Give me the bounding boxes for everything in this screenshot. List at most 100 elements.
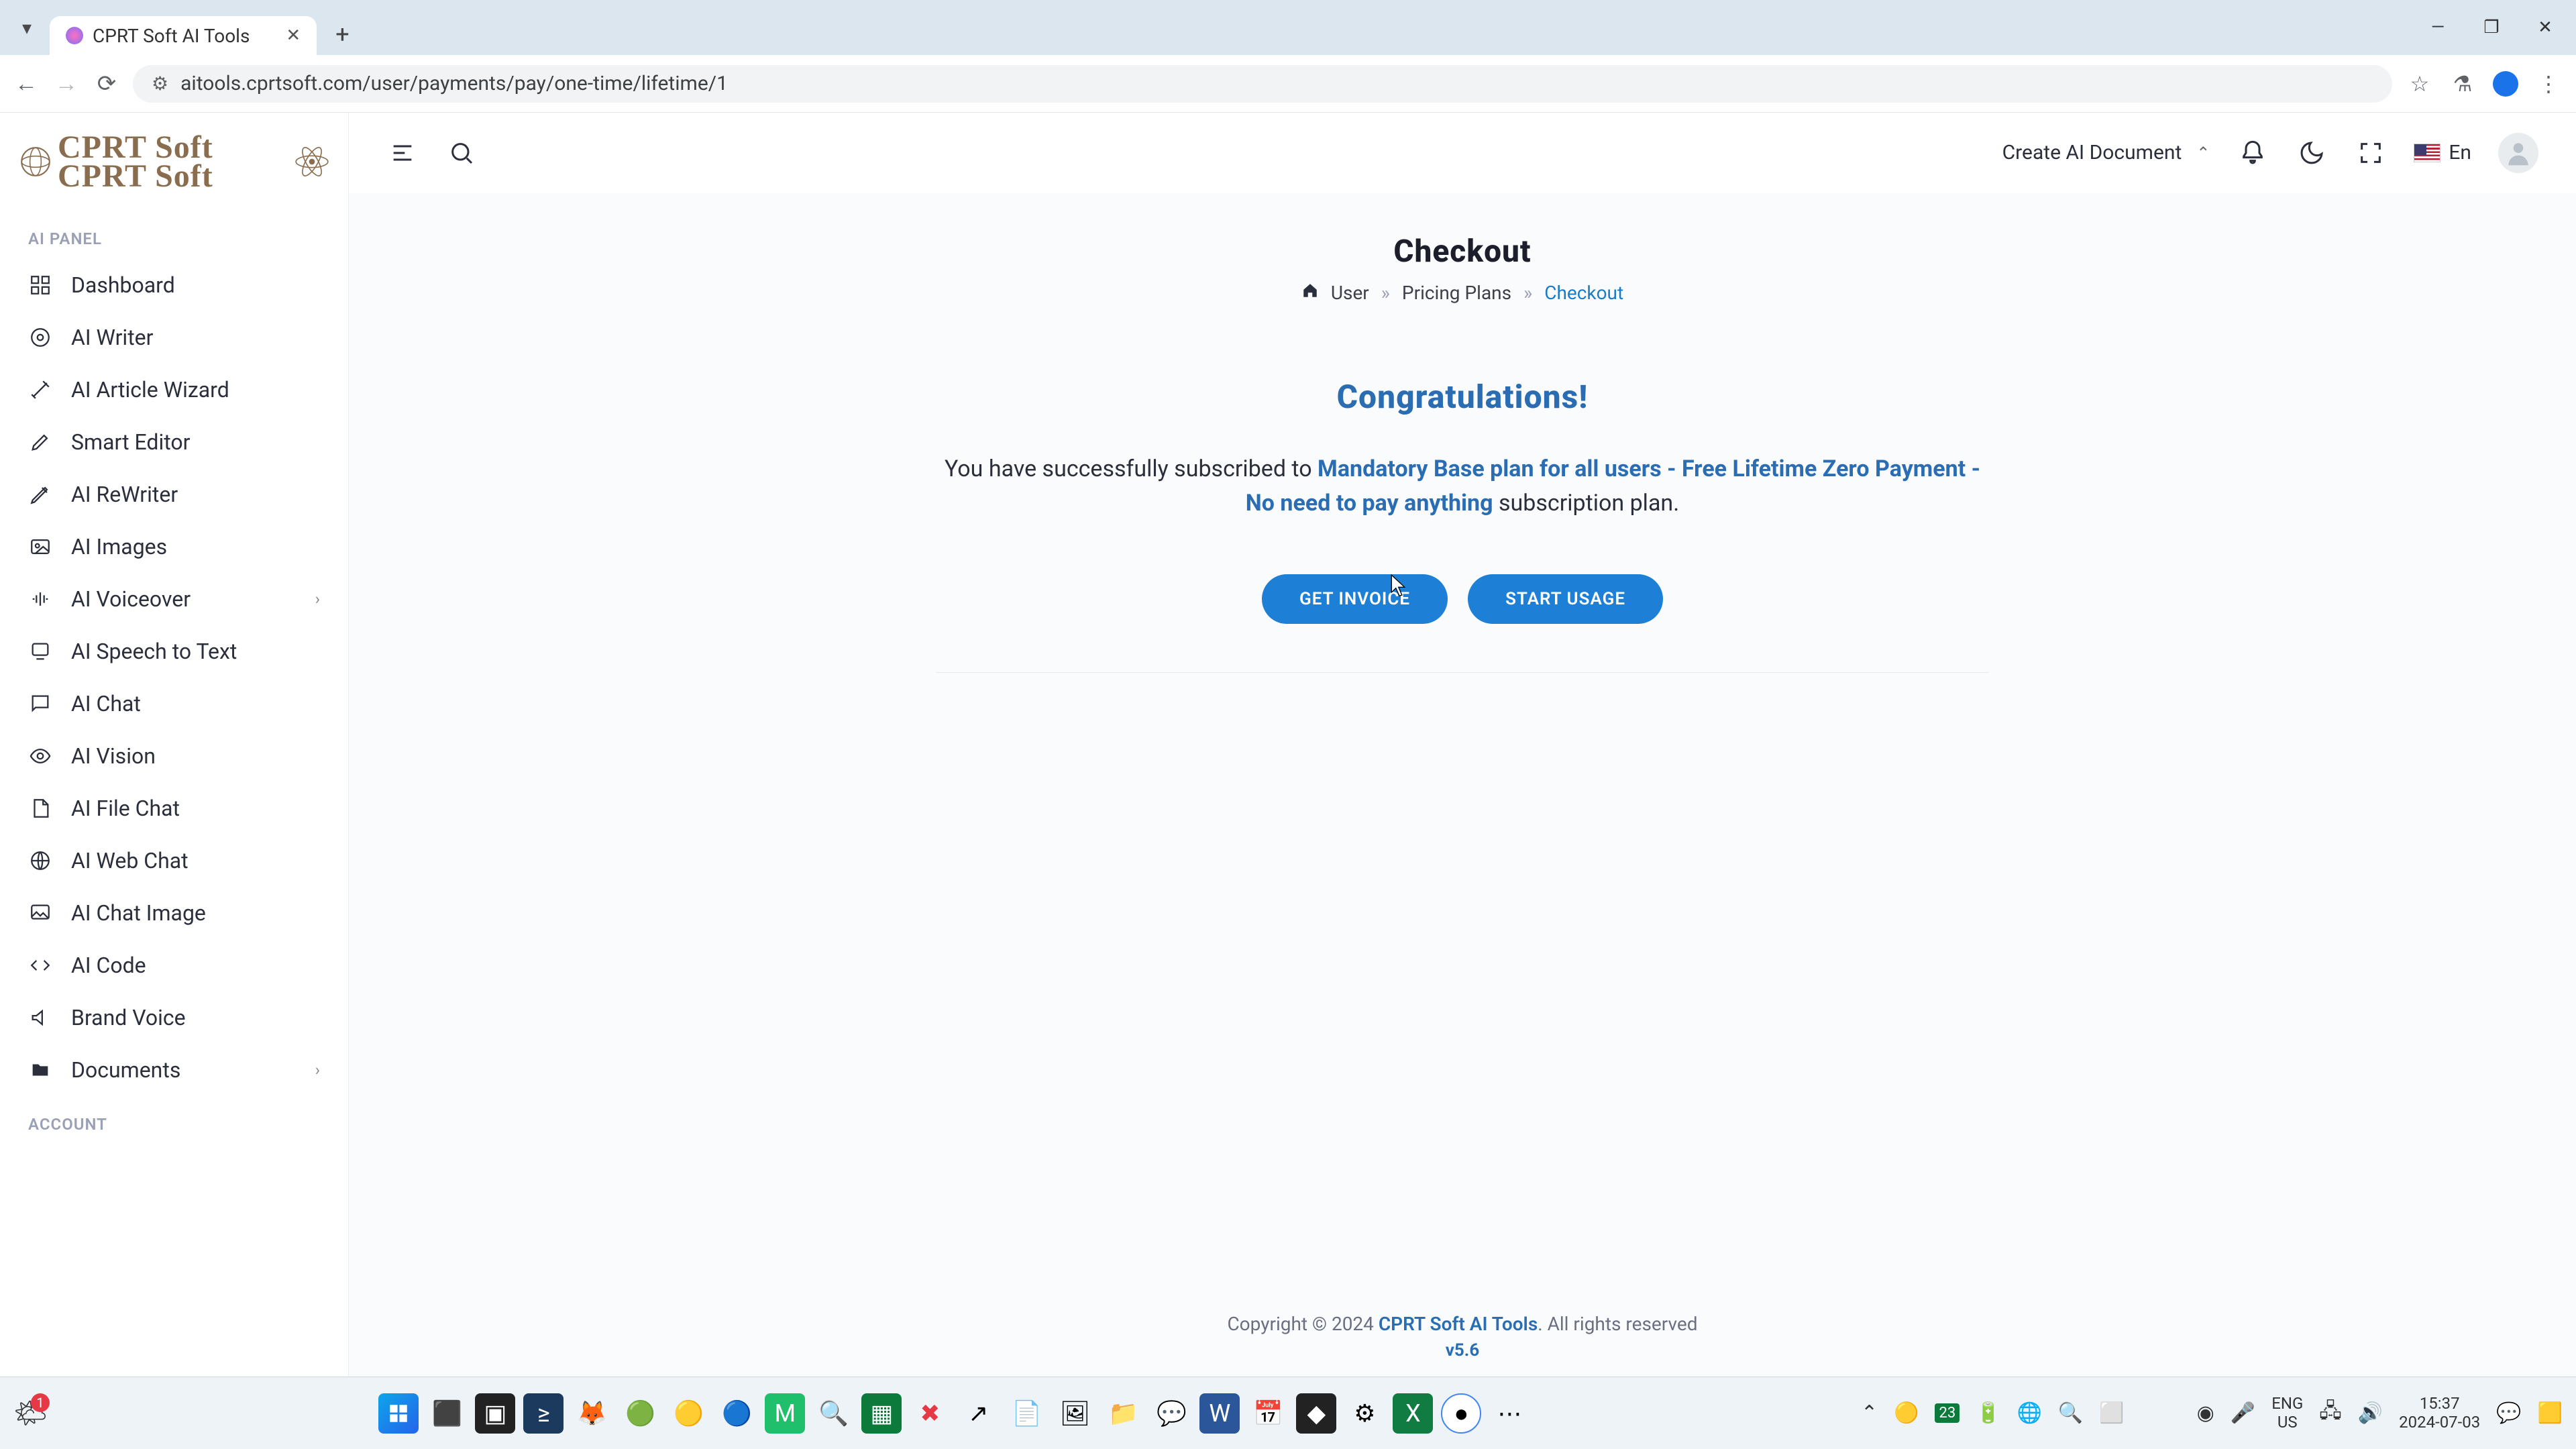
taskbar-overflow-button[interactable]: ⋯ <box>1489 1393 1529 1434</box>
taskbar-app-icon[interactable]: 🦊 <box>572 1393 612 1434</box>
sidebar-item-smart-editor[interactable]: Smart Editor <box>0 416 348 468</box>
tray-language[interactable]: ENGUS <box>2271 1395 2303 1432</box>
browser-tab[interactable]: CPRT Soft AI Tools ✕ <box>50 16 317 55</box>
taskbar-app-icon[interactable]: 💬 <box>1151 1393 1191 1434</box>
taskbar-app-icon[interactable]: 📅 <box>1248 1393 1288 1434</box>
taskbar-app-icon[interactable]: ✖ <box>910 1393 950 1434</box>
taskbar-app-icon[interactable]: M <box>765 1393 805 1434</box>
create-ai-document-link[interactable]: Create AI Document <box>2002 141 2182 164</box>
tray-icon[interactable]: 23 <box>1935 1403 1960 1423</box>
sidebar-toggle-button[interactable] <box>386 137 419 169</box>
taskbar-app-icon[interactable]: ▦ <box>861 1393 902 1434</box>
tray-icon[interactable]: 🔍 <box>2058 1401 2083 1425</box>
taskbar-chrome-icon[interactable]: ● <box>1441 1393 1481 1434</box>
user-avatar[interactable] <box>2498 133 2538 173</box>
tray-icon[interactable]: 🟡 <box>1894 1401 1919 1425</box>
tab-close-icon[interactable]: ✕ <box>286 25 301 46</box>
theme-toggle-button[interactable] <box>2296 137 2328 169</box>
taskbar-app-icon[interactable]: 📁 <box>1103 1393 1143 1434</box>
speech-icon <box>28 639 52 663</box>
browser-menu-button[interactable]: ⋮ <box>2533 68 2564 99</box>
wizard-icon <box>28 378 52 402</box>
sidebar-section-ai-panel: AI PANEL <box>0 211 348 259</box>
footer-brand-link[interactable]: CPRT Soft AI Tools <box>1379 1313 1538 1335</box>
tray-icon[interactable]: 🟨 <box>2538 1401 2563 1425</box>
sidebar-item-dashboard[interactable]: Dashboard <box>0 259 348 311</box>
page-title: Checkout <box>1393 233 1531 270</box>
chevron-up-icon: ⌃ <box>2196 144 2210 162</box>
taskbar-app-icon[interactable]: ⬛ <box>427 1393 467 1434</box>
breadcrumb-pricing-plans[interactable]: Pricing Plans <box>1402 282 1511 304</box>
taskbar-app-icon[interactable]: W <box>1199 1393 1240 1434</box>
tray-notifications-icon[interactable]: 💬 <box>2496 1401 2521 1425</box>
writer-icon <box>28 325 52 350</box>
breadcrumb-current: Checkout <box>1544 282 1623 304</box>
taskbar-app-icon[interactable]: X <box>1393 1393 1433 1434</box>
sidebar-item-ai-code[interactable]: AI Code <box>0 939 348 991</box>
taskbar-app-icon[interactable]: 🟢 <box>620 1393 660 1434</box>
tray-clock[interactable]: 15:372024-07-03 <box>2399 1395 2480 1432</box>
sidebar-item-ai-article-wizard[interactable]: AI Article Wizard <box>0 364 348 416</box>
taskbar-app-icon[interactable]: 🟡 <box>668 1393 708 1434</box>
window-close-button[interactable]: ✕ <box>2518 7 2572 48</box>
tray-icon[interactable]: ⬜ <box>2099 1401 2124 1425</box>
new-tab-button[interactable]: + <box>335 20 349 48</box>
language-selector[interactable]: En <box>2414 141 2471 164</box>
logo-atom-icon <box>294 144 329 179</box>
sidebar-item-brand-voice[interactable]: Brand Voice <box>0 991 348 1044</box>
start-usage-button[interactable]: START USAGE <box>1468 574 1663 624</box>
address-bar[interactable]: ⚙ aitools.cprtsoft.com/user/payments/pay… <box>133 65 2392 103</box>
nav-back-button[interactable]: ← <box>12 70 40 98</box>
nav-forward-button[interactable]: → <box>52 70 80 98</box>
app-logo[interactable]: CPRT Soft CPRT Soft <box>0 133 348 211</box>
sidebar-item-label: AI Web Chat <box>71 848 189 873</box>
sidebar-item-label: AI Article Wizard <box>71 377 229 402</box>
tray-icon[interactable]: 🌐 <box>2017 1401 2042 1425</box>
labs-icon[interactable]: ⚗ <box>2447 68 2478 99</box>
sidebar-item-ai-chat[interactable]: AI Chat <box>0 678 348 730</box>
bookmark-star-icon[interactable]: ☆ <box>2404 68 2435 99</box>
sidebar-item-ai-vision[interactable]: AI Vision <box>0 730 348 782</box>
search-button[interactable] <box>445 137 478 169</box>
sidebar-item-ai-writer[interactable]: AI Writer <box>0 311 348 364</box>
tray-chevron-icon[interactable]: ⌃ <box>1861 1401 1878 1425</box>
tray-mic-icon[interactable]: 🎤 <box>2231 1401 2255 1425</box>
site-info-icon[interactable]: ⚙ <box>152 72 168 95</box>
taskbar-app-icon[interactable]: ⚙ <box>1344 1393 1385 1434</box>
fullscreen-button[interactable] <box>2355 137 2387 169</box>
tray-network-icon[interactable]: 🖧 <box>2319 1396 2341 1430</box>
taskbar-app-icon[interactable]: 🔍 <box>813 1393 853 1434</box>
taskbar-app-icon[interactable]: ◆ <box>1296 1393 1336 1434</box>
sidebar-item-ai-file-chat[interactable]: AI File Chat <box>0 782 348 835</box>
breadcrumb-user[interactable]: User <box>1331 282 1369 304</box>
taskbar-app-icon[interactable]: 🔵 <box>716 1393 757 1434</box>
sidebar-item-ai-images[interactable]: AI Images <box>0 521 348 573</box>
get-invoice-button[interactable]: GET INVOICE <box>1262 574 1448 624</box>
sidebar-item-ai-web-chat[interactable]: AI Web Chat <box>0 835 348 887</box>
sidebar-item-ai-speech-to-text[interactable]: AI Speech to Text <box>0 625 348 678</box>
taskbar-app-icon[interactable]: 📄 <box>1006 1393 1046 1434</box>
tab-search-button[interactable]: ▾ <box>11 11 43 44</box>
notifications-button[interactable] <box>2237 137 2269 169</box>
nav-reload-button[interactable]: ⟳ <box>93 70 121 98</box>
sidebar-item-documents[interactable]: Documents› <box>0 1044 348 1096</box>
taskbar-app-icon[interactable]: ▣ <box>475 1393 515 1434</box>
window-maximize-button[interactable]: ❐ <box>2465 7 2518 48</box>
sidebar-item-ai-rewriter[interactable]: AI ReWriter <box>0 468 348 521</box>
taskbar-app-icon[interactable]: ↗ <box>958 1393 998 1434</box>
tab-favicon <box>66 27 83 44</box>
tray-steam-icon[interactable]: ◉ <box>2197 1401 2214 1425</box>
weather-badge: 1 <box>31 1393 50 1412</box>
taskbar-weather[interactable]: 🌤 1 <box>13 1397 48 1429</box>
tray-volume-icon[interactable]: 🔊 <box>2358 1401 2383 1425</box>
start-button[interactable] <box>378 1393 419 1434</box>
congratulations-heading: Congratulations! <box>945 378 1980 416</box>
profile-button[interactable] <box>2490 68 2521 99</box>
window-minimize-button[interactable]: ― <box>2411 7 2465 48</box>
taskbar-app-icon[interactable]: 🖼 <box>1055 1393 1095 1434</box>
sidebar-item-ai-chat-image[interactable]: AI Chat Image <box>0 887 348 939</box>
windows-taskbar: 🌤 1 ⬛ ▣ ≥ 🦊 🟢 🟡 🔵 M 🔍 ▦ ✖ ↗ 📄 🖼 📁 💬 W 📅 … <box>0 1377 2576 1449</box>
taskbar-app-icon[interactable]: ≥ <box>523 1393 564 1434</box>
tray-icon[interactable]: 🔋 <box>1976 1401 2000 1425</box>
sidebar-item-ai-voiceover[interactable]: AI Voiceover› <box>0 573 348 625</box>
